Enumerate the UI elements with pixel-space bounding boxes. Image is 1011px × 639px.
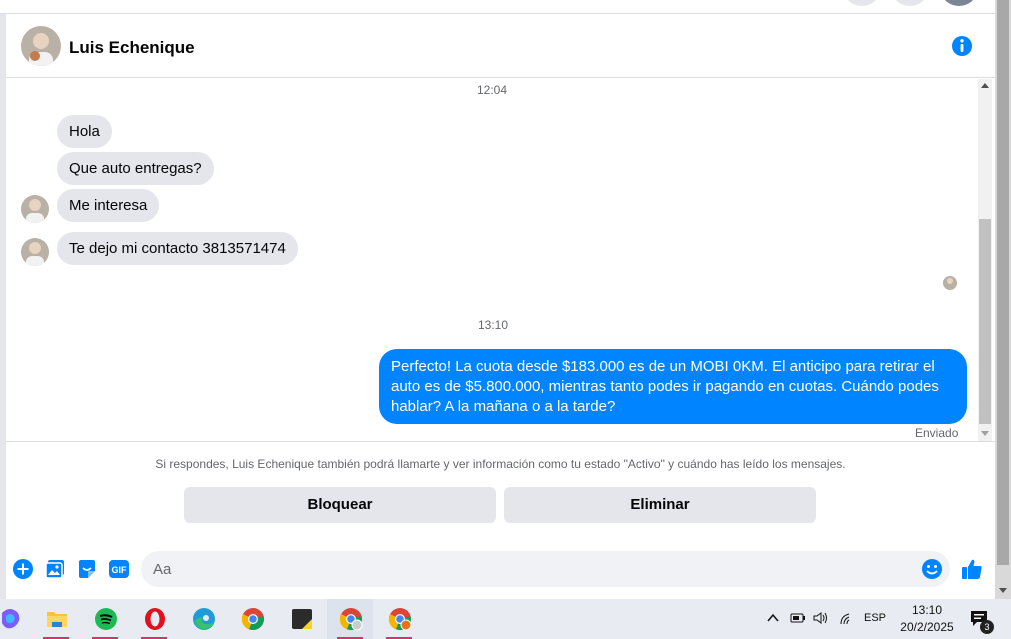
- contact-avatar-small[interactable]: [21, 195, 49, 223]
- edge-app-icon[interactable]: [180, 599, 226, 639]
- gif-icon-label: GIF: [112, 565, 128, 575]
- scroll-down-arrow-icon[interactable]: [981, 431, 989, 436]
- volume-icon[interactable]: [813, 611, 829, 639]
- language-indicator[interactable]: ESP: [864, 612, 886, 624]
- file-explorer-app-icon[interactable]: [33, 599, 79, 639]
- copilot-app-icon[interactable]: [0, 599, 32, 639]
- request-notice-text: Si respondes, Luis Echenique también pod…: [155, 457, 846, 471]
- info-icon[interactable]: [951, 35, 973, 57]
- chevron-up-icon[interactable]: [766, 611, 780, 639]
- contact-name[interactable]: Luis Echenique: [69, 38, 195, 58]
- page-scroll-thumb[interactable]: [997, 0, 1009, 565]
- plus-icon[interactable]: [13, 559, 33, 579]
- scroll-up-arrow-icon[interactable]: [981, 83, 989, 88]
- message-input[interactable]: [141, 551, 950, 587]
- page-scroll-down-arrow-icon[interactable]: [999, 588, 1007, 593]
- chat-header: Luis Echenique: [6, 14, 995, 78]
- spotify-app-icon[interactable]: [82, 599, 128, 639]
- chrome-profile-app-icon[interactable]: [327, 599, 373, 639]
- chat-window: Luis Echenique 12:04 Hola Que auto entre…: [6, 14, 995, 599]
- request-notice-area: Si respondes, Luis Echenique también pod…: [6, 441, 995, 537]
- message-list: 12:04 Hola Que auto entregas? Me interes…: [6, 79, 978, 441]
- top-strip: [0, 0, 995, 14]
- incoming-message[interactable]: Hola: [57, 115, 112, 148]
- taskbar: ESP 13:10 20/2/2025: [0, 599, 1011, 639]
- notification-count-badge: 3: [980, 620, 994, 634]
- clock-date: 20/2/2025: [900, 620, 954, 634]
- sticker-icon[interactable]: [77, 559, 97, 579]
- read-receipt-avatar: [943, 276, 957, 290]
- message-scrollbar[interactable]: [978, 79, 992, 441]
- chrome-profile-app-icon-2[interactable]: [376, 599, 422, 639]
- contact-avatar-small[interactable]: [21, 238, 49, 266]
- like-icon[interactable]: [961, 558, 983, 580]
- taskbar-clock[interactable]: 13:10 20/2/2025: [895, 602, 959, 636]
- chrome-app-icon[interactable]: [229, 599, 275, 639]
- opera-app-icon[interactable]: [131, 599, 177, 639]
- incoming-message[interactable]: Que auto entregas?: [57, 152, 214, 185]
- incoming-message[interactable]: Te dejo mi contacto 3813571474: [57, 232, 298, 265]
- incoming-message[interactable]: Me interesa: [57, 189, 160, 222]
- block-button[interactable]: Bloquear: [184, 487, 496, 523]
- sticky-notes-app-icon[interactable]: [278, 599, 324, 639]
- message-composer: GIF: [6, 546, 995, 592]
- top-control-icon[interactable]: [845, 0, 879, 6]
- gif-icon[interactable]: GIF: [109, 559, 129, 579]
- photo-icon[interactable]: [45, 559, 65, 579]
- outgoing-message[interactable]: Perfecto! La cuota desde $183.000 es de …: [379, 349, 967, 424]
- delete-button[interactable]: Eliminar: [504, 487, 816, 523]
- page-scrollbar[interactable]: [995, 0, 1011, 599]
- sent-status: Enviado: [915, 426, 959, 440]
- top-control-icon[interactable]: [893, 0, 927, 6]
- scroll-thumb[interactable]: [979, 219, 991, 424]
- clock-time: 13:10: [911, 603, 943, 617]
- battery-icon[interactable]: [790, 611, 806, 639]
- emoji-icon[interactable]: [921, 558, 943, 580]
- contact-avatar[interactable]: [21, 26, 61, 66]
- message-timestamp: 12:04: [477, 83, 508, 97]
- wifi-icon[interactable]: [839, 611, 855, 639]
- profile-avatar-icon[interactable]: [942, 0, 976, 6]
- message-timestamp: 13:10: [478, 318, 509, 332]
